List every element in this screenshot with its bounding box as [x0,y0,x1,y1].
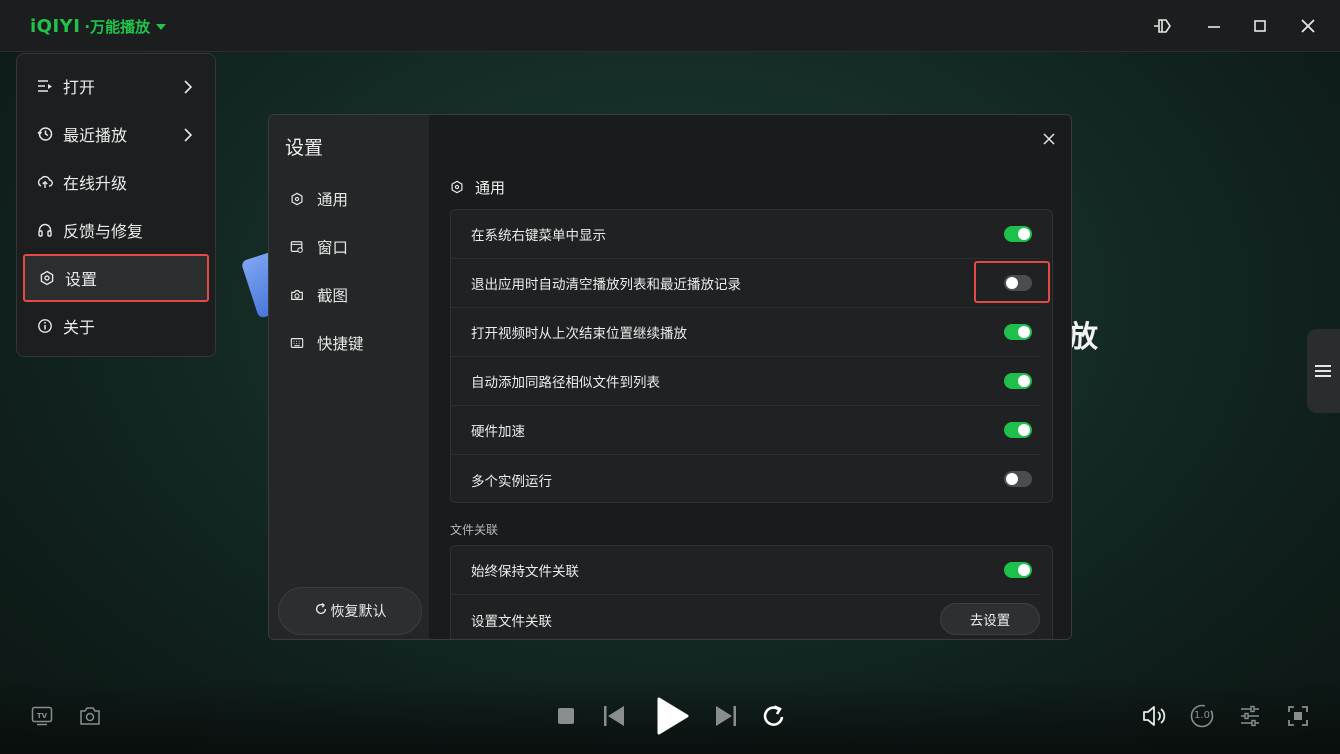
history-icon [37,126,53,142]
refresh-icon [314,602,328,620]
menu-item-label: 设置 [65,270,98,289]
background-text: 放 [1068,320,1098,355]
settings-nav-window[interactable]: 窗口 [289,235,348,259]
chevron-right-icon [183,79,193,98]
svg-text:TV: TV [37,712,48,720]
brand-logo: iQIYI [30,15,81,37]
settings-nav-label: 窗口 [317,239,349,257]
menu-item-about[interactable]: 关于 [17,302,215,350]
general-settings-group: 在系统右键菜单中显示 退出应用时自动清空播放列表和最近播放记录 打开视频时从上次… [450,209,1053,503]
setting-row: 硬件加速 [451,406,1040,455]
menu-item-label: 打开 [63,78,96,97]
file-association-label: 文件关联 [450,523,499,537]
main-menu: 打开 最近播放 在线升级 反馈与修复 设置 关于 [16,53,216,357]
settings-nav-label: 截图 [317,287,349,305]
setting-label: 在系统右键菜单中显示 [471,228,606,244]
menu-item-upgrade[interactable]: 在线升级 [17,158,215,206]
pin-icon[interactable] [1150,12,1178,40]
keyboard-icon [289,335,305,351]
setting-row: 自动添加同路径相似文件到列表 [451,357,1040,406]
close-dialog-icon[interactable] [1039,129,1059,149]
menu-item-open[interactable]: 打开 [17,62,215,110]
volume-icon[interactable] [1140,702,1168,730]
setting-label: 自动添加同路径相似文件到列表 [471,375,660,391]
toggle-multiple-instances[interactable] [1004,471,1032,487]
setting-row: 退出应用时自动清空播放列表和最近播放记录 [451,259,1050,308]
setting-row: 始终保持文件关联 [451,546,1040,595]
toggle-add-similar-files[interactable] [1004,373,1032,389]
close-icon[interactable] [1294,12,1322,40]
setting-label: 退出应用时自动清空播放列表和最近播放记录 [471,277,741,293]
title-bar: iQIYI ·万能播放 [0,0,1340,52]
maximize-icon[interactable] [1246,12,1274,40]
play-icon[interactable] [652,694,692,738]
menu-item-settings[interactable]: 设置 [23,254,209,302]
settings-title: 设置 [285,137,324,159]
upgrade-icon [37,174,53,190]
window-icon [289,239,305,255]
caret-down-icon [156,24,167,30]
settings-nav-general[interactable]: 通用 [289,187,348,211]
settings-nav-label: 快捷键 [317,335,364,353]
settings-nav-shortcuts[interactable]: 快捷键 [289,331,364,355]
go-settings-button[interactable]: 去设置 [940,603,1040,635]
restore-defaults-label: 恢复默认 [330,604,387,620]
settings-nav-screenshot[interactable]: 截图 [289,283,348,307]
stop-icon[interactable] [554,704,578,728]
setting-row: 设置文件关联 去设置 [451,595,1040,639]
section-general-header: 通用 [449,176,505,198]
equalizer-icon[interactable] [1236,702,1264,730]
setting-label: 始终保持文件关联 [471,564,579,580]
playback-speed-icon[interactable]: 1.0 [1188,702,1216,730]
menu-item-recent[interactable]: 最近播放 [17,110,215,158]
fullscreen-icon[interactable] [1284,702,1312,730]
setting-label: 打开视频时从上次结束位置继续播放 [471,326,687,342]
settings-nav-label: 通用 [317,191,349,209]
setting-label: 硬件加速 [471,424,525,440]
toggle-context-menu[interactable] [1004,226,1032,242]
menu-item-feedback[interactable]: 反馈与修复 [17,206,215,254]
camera-icon [289,287,305,303]
setting-label: 设置文件关联 [471,613,552,630]
minimize-icon[interactable] [1200,12,1228,40]
previous-icon[interactable] [600,702,628,730]
headset-icon [37,222,53,238]
toggle-clear-on-exit[interactable] [1004,275,1032,291]
toggle-hardware-acceleration[interactable] [1004,422,1032,438]
setting-label: 多个实例运行 [471,473,552,490]
general-icon [449,179,465,195]
playlist-toggle-icon[interactable] [1307,329,1340,413]
menu-item-label: 关于 [63,318,96,337]
setting-row: 多个实例运行 [451,455,1040,504]
next-icon[interactable] [712,702,740,730]
settings-dialog: 设置 通用 窗口 截图 快捷键 恢复默认 通用 在系统右键菜单中显示 退出应用时… [268,114,1072,640]
setting-row: 在系统右键菜单中显示 [451,210,1040,259]
tv-cast-icon[interactable]: TV [30,704,54,728]
general-icon [289,191,305,207]
menu-item-label: 反馈与修复 [63,222,144,241]
chevron-right-icon [183,127,193,146]
restore-defaults-button[interactable]: 恢复默认 [278,587,422,635]
file-association-group: 始终保持文件关联 设置文件关联 去设置 [450,545,1053,639]
app-logo-menu[interactable]: iQIYI ·万能播放 [30,14,167,38]
section-title: 通用 [475,178,506,197]
setting-row: 打开视频时从上次结束位置继续播放 [451,308,1040,357]
toggle-keep-file-association[interactable] [1004,562,1032,578]
settings-nav: 设置 通用 窗口 截图 快捷键 恢复默认 [269,115,429,639]
toggle-resume-playback[interactable] [1004,324,1032,340]
screenshot-icon[interactable] [78,704,102,728]
open-list-icon [37,78,53,94]
menu-item-label: 最近播放 [63,126,128,145]
settings-icon [39,270,55,286]
playback-speed-label: 1.0 [1194,710,1210,721]
info-icon [37,318,53,334]
loop-icon[interactable] [760,702,788,730]
product-name: ·万能播放 [84,17,151,36]
menu-item-label: 在线升级 [63,174,128,193]
